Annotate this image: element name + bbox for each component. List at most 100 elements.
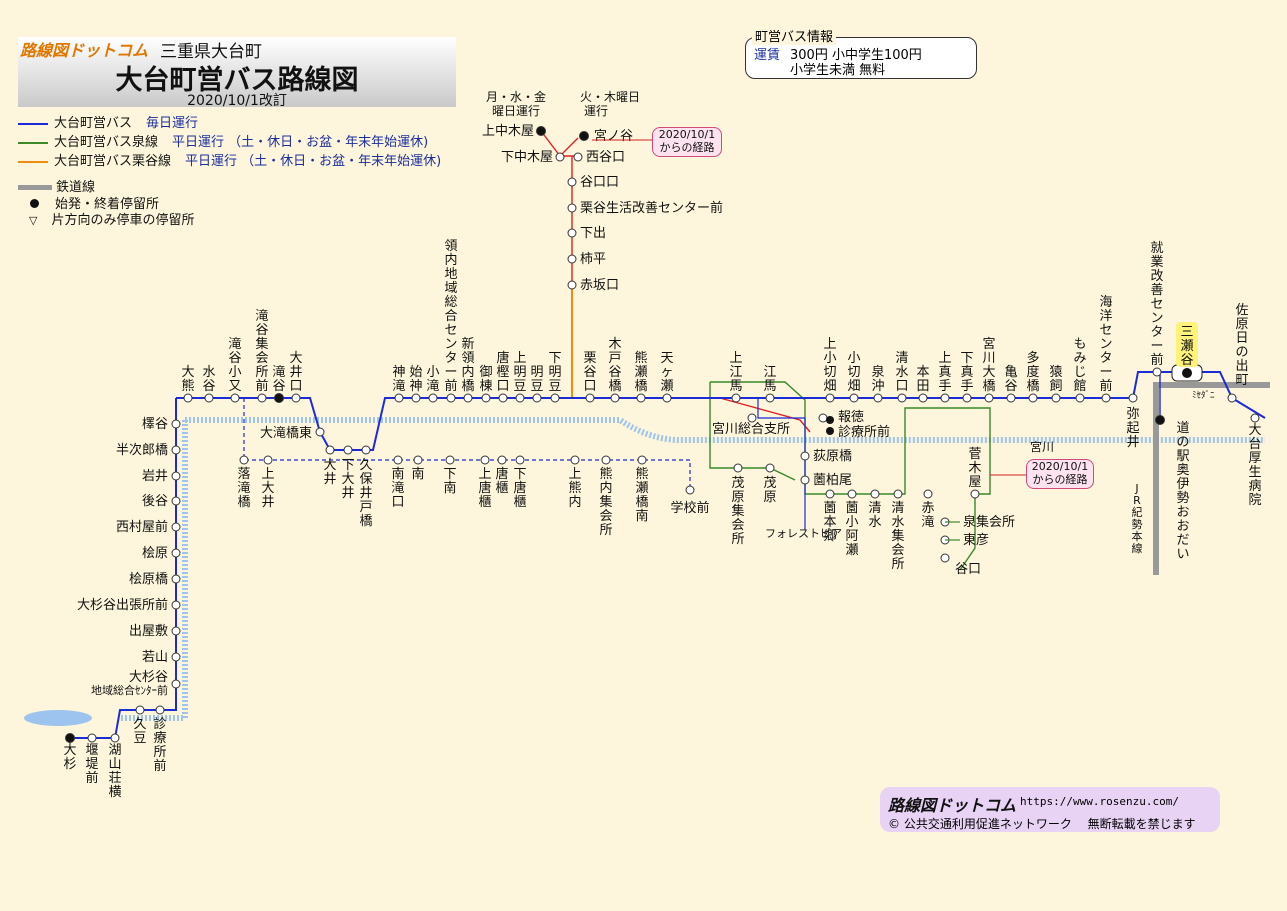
stop-label: 清水 (868, 501, 881, 530)
schedule-label: 曜日運行 (492, 104, 540, 118)
bus-stop-icon (923, 489, 933, 499)
bus-stop-icon (731, 393, 741, 403)
stop-label: 水谷 (202, 365, 215, 394)
bus-stop-icon (567, 203, 577, 213)
stop-label: 下南 (443, 467, 456, 496)
terminal-stop-icon (65, 733, 75, 743)
stop-label: 下出 (580, 226, 606, 241)
footer-logo: 路線図ドットコム (888, 796, 1017, 815)
bus-stop-icon (263, 455, 273, 465)
stop-label: 三瀬谷 (1180, 325, 1193, 368)
stop-label: 大杉 (63, 743, 76, 772)
stop-label: 落滝橋 (237, 467, 250, 510)
stop-label: 唐樫口 (496, 350, 509, 394)
bus-stop-icon (765, 463, 775, 473)
bus-stop-icon (567, 177, 577, 187)
stop-label: 半次郎橋 (116, 442, 168, 458)
stop-label: 江馬 (763, 365, 776, 394)
bus-stop-icon (1101, 393, 1111, 403)
terminal-stop-icon (536, 126, 546, 136)
bus-stop-icon (411, 393, 421, 403)
bus-stop-icon (87, 733, 97, 743)
bus-stop-icon (873, 393, 883, 403)
stop-label: 清水口 (895, 351, 908, 394)
bus-stop-icon (1051, 393, 1061, 403)
stop-label: 赤坂口 (580, 278, 619, 293)
stop-label: 久豆 (133, 717, 146, 746)
stop-label: 大井口 (289, 351, 302, 394)
bus-stop-icon (480, 455, 490, 465)
stop-label: 下中木屋 (501, 150, 553, 165)
bus-stop-icon (940, 393, 950, 403)
bus-stop-icon (567, 254, 577, 264)
stop-label: 大井 (323, 458, 336, 487)
stop-label: もみじ館 (1073, 337, 1086, 394)
bus-stop-icon (155, 705, 165, 715)
route-change-callout: 2020/10/1 からの経路 (652, 127, 722, 157)
terminal-stop-icon (579, 131, 589, 141)
stop-label: 滝谷 (272, 365, 285, 394)
stop-label: 報徳 (838, 410, 864, 425)
terminal-stop-icon (1182, 368, 1192, 378)
terminal-stop-icon (826, 427, 834, 435)
bus-stop-icon (239, 455, 249, 465)
stop-label: 熊瀬橋南 (635, 466, 648, 524)
bus-stop-icon (183, 393, 193, 403)
stop-label: 診療所前 (838, 424, 890, 440)
bus-stop-icon (393, 455, 403, 465)
bus-stop-icon (1028, 393, 1038, 403)
stop-label: 大台厚生病院 (1248, 423, 1261, 508)
main-branch-route (757, 398, 806, 530)
bus-stop-icon (532, 393, 542, 403)
bus-stop-icon (171, 548, 181, 558)
bus-stop-icon (610, 393, 620, 403)
stop-label: 就業改善センター前 (1150, 241, 1163, 368)
bus-stop-icon (515, 393, 525, 403)
stop-label: 佐原日の出町 (1235, 303, 1248, 388)
stop-label: 診療所前 (153, 716, 166, 774)
stop-label: 大杉谷出張所前 (77, 597, 168, 613)
stop-label: 薗柏尾 (813, 473, 852, 488)
bus-stop-icon (171, 522, 181, 532)
bus-stop-icon (445, 455, 455, 465)
stop-label: 滝谷集会所前 (255, 309, 268, 394)
stop-label: 多度橋 (1026, 350, 1039, 394)
stop-label: 上大井 (261, 467, 274, 510)
schedule-label: 月・水・金 (486, 89, 546, 104)
footer-url-link[interactable]: https://www.rosenzu.com/ (1020, 795, 1179, 808)
stop-label: 湖山荘横 (108, 743, 121, 800)
route-map: 宮川 J R 紀勢本線 大熊水谷滝谷小又 滝谷集会所前滝谷大井口 神滝始神小滝領内地域総合セ… (24, 89, 1270, 800)
stop-label: 谷口 (955, 562, 981, 577)
bus-stop-icon (315, 427, 325, 437)
stop-label: 下唐櫃 (513, 467, 526, 510)
stop-label: 新領内橋 (461, 336, 474, 394)
stop-label: 大熊 (181, 365, 194, 394)
stop-label: 猿飼 (1049, 365, 1062, 394)
stop-label: 谷口口 (580, 175, 619, 190)
bus-stop-icon (428, 393, 438, 403)
bus-stop-icon (601, 455, 611, 465)
stop-label: 下真手 (960, 351, 973, 394)
stop-label: 海洋センター前 (1099, 295, 1112, 394)
bus-stop-icon (962, 393, 972, 403)
stop-label: 大杉谷 (129, 670, 168, 685)
stop-label: 宮ノ谷 (594, 128, 633, 144)
bus-stop-icon (1250, 413, 1260, 423)
stop-label: 桧原橋 (129, 572, 168, 587)
bus-stop-icon (394, 393, 404, 403)
stop-label: 小切畑 (847, 351, 860, 394)
terminal-stop-icon (274, 393, 284, 403)
stop-label: 木戸谷橋 (608, 337, 621, 394)
bus-stop-icon (343, 445, 353, 455)
bus-stop-icon (497, 455, 507, 465)
bus-stop-icon (825, 489, 835, 499)
stop-label: 西村屋前 (116, 519, 168, 535)
bus-stop-icon (171, 679, 181, 689)
stop-label: 神滝 (392, 365, 405, 394)
footer-copyright: © 公共交通利用促進ネットワーク 無断転載を禁じます (888, 817, 1196, 831)
stop-label: 赤滝 (921, 501, 934, 530)
bus-stop-icon (555, 152, 565, 162)
bus-stop-icon (847, 489, 857, 499)
bus-stop-icon (325, 445, 335, 455)
stop-label: 堰堤前 (85, 743, 98, 786)
